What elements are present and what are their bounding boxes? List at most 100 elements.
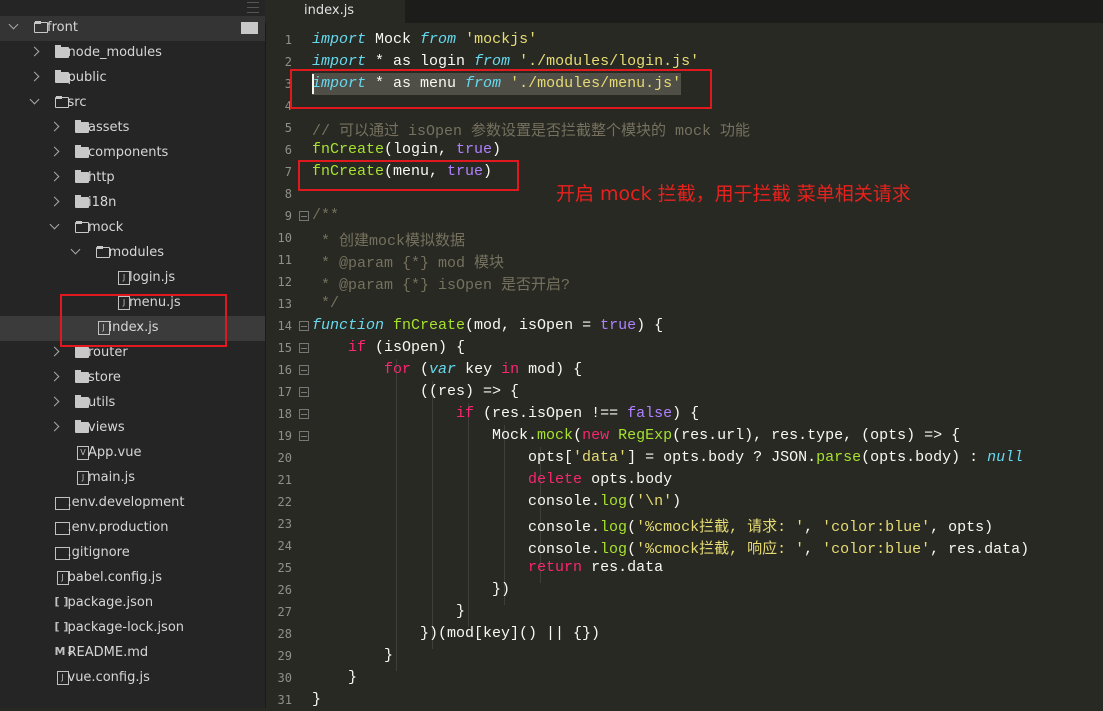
code-text: /** xyxy=(312,207,339,224)
code-token: ( xyxy=(627,541,637,558)
fold-toggle-icon[interactable] xyxy=(299,321,309,331)
chevron-right-icon[interactable] xyxy=(49,396,60,407)
code-token: opts[ xyxy=(312,449,574,466)
fold-toggle-icon[interactable] xyxy=(299,409,309,419)
line-number: 18 xyxy=(277,407,292,421)
tab-index-js[interactable]: index.js xyxy=(265,0,405,23)
tree-item[interactable]: i18n xyxy=(0,191,265,216)
code-token: return xyxy=(528,559,583,576)
line-number: 1 xyxy=(284,33,292,47)
tree-item[interactable]: [ ] package-lock.json xyxy=(0,616,265,641)
code-token: (opts.body) : xyxy=(861,449,988,466)
tree-item[interactable]: .env.production xyxy=(0,516,265,541)
tree-item[interactable]: components xyxy=(0,141,265,166)
chevron-right-icon[interactable] xyxy=(49,371,60,382)
tree-item[interactable]: .env.development xyxy=(0,491,265,516)
chevron-right-icon[interactable] xyxy=(49,346,60,357)
code-text: return res.data xyxy=(312,559,663,576)
code-line: 13 */ xyxy=(265,293,1103,315)
code-text: }) xyxy=(312,581,510,598)
line-number: 28 xyxy=(277,627,292,641)
code-token: } xyxy=(312,647,394,664)
code-token: console. xyxy=(312,541,601,558)
code-token: ) { xyxy=(672,405,700,422)
code-token: console. xyxy=(312,493,601,510)
fold-toggle-icon[interactable] xyxy=(299,431,309,441)
tree-item-label: README.md xyxy=(67,645,149,660)
tree-item-label: package-lock.json xyxy=(67,620,185,635)
chevron-right-icon[interactable] xyxy=(49,171,60,182)
tree-item[interactable]: http xyxy=(0,166,265,191)
tree-item[interactable]: store xyxy=(0,366,265,391)
chevron-right-icon[interactable] xyxy=(29,46,39,57)
code-token: log xyxy=(600,519,628,536)
code-text: opts['data'] = opts.body ? JSON.parse(op… xyxy=(312,449,1023,466)
code-line: 16 for (var key in mod) { xyxy=(265,359,1103,381)
tree-item[interactable]: Jvue.config.js xyxy=(0,666,265,691)
tree-item-label: login.js xyxy=(129,270,176,285)
fold-toggle-icon[interactable] xyxy=(299,387,309,397)
tree-item[interactable]: [ ] package.json xyxy=(0,591,265,616)
tree-item[interactable]: M↓ README.md xyxy=(0,641,265,666)
tree-item-label: src xyxy=(67,95,87,110)
code-token: (res.url), res.type, (opts) => { xyxy=(672,427,961,444)
tree-item[interactable]: views xyxy=(0,416,265,441)
code-token: if xyxy=(456,405,475,422)
code-token: Mock xyxy=(366,31,421,48)
tree-item-label: assets xyxy=(88,120,130,135)
line-number: 10 xyxy=(277,231,292,245)
tree-item[interactable]: V App.vue xyxy=(0,441,265,466)
code-token: res.data xyxy=(582,559,664,576)
tree-item[interactable]: modules xyxy=(0,241,265,266)
tree-item[interactable]: node_modules xyxy=(0,41,265,66)
code-text: fnCreate(login, true) xyxy=(312,141,501,158)
tree-item[interactable]: src xyxy=(0,91,265,116)
fold-toggle-icon[interactable] xyxy=(299,211,309,221)
code-token: console. xyxy=(312,519,601,536)
chevron-right-icon[interactable] xyxy=(49,196,60,207)
tree-item-label: .gitignore xyxy=(67,545,130,560)
tree-item[interactable]: utils xyxy=(0,391,265,416)
folder-icon xyxy=(75,145,89,158)
code-line: 27 } xyxy=(265,601,1103,623)
chevron-down-icon[interactable] xyxy=(29,94,39,105)
fold-toggle-icon[interactable] xyxy=(299,343,309,353)
line-number: 13 xyxy=(277,297,292,311)
tree-item[interactable]: Jmain.js xyxy=(0,466,265,491)
fold-toggle-icon[interactable] xyxy=(299,365,309,375)
code-text: // 可以通过 isOpen 参数设置是否拦截整个模块的 mock 功能 xyxy=(312,119,750,140)
code-text: for (var key in mod) { xyxy=(312,361,582,378)
tree-item[interactable]: Jbabel.config.js xyxy=(0,566,265,591)
chevron-right-icon[interactable] xyxy=(49,146,60,157)
code-line: 12 * @param {*} isOpen 是否开启? xyxy=(265,271,1103,294)
code-token: * as login xyxy=(366,53,475,70)
chevron-down-icon[interactable] xyxy=(49,219,60,230)
code-editor[interactable]: 1 import Mock from 'mockjs' 2 import * as l… xyxy=(265,23,1103,708)
tree-item-label: node_modules xyxy=(67,45,162,60)
hamburger-menu-icon[interactable] xyxy=(247,2,259,13)
code-token: ) { xyxy=(636,317,664,334)
tree-item[interactable]: mock xyxy=(0,216,265,241)
code-token: , res.data) xyxy=(930,541,1030,558)
chevron-down-icon[interactable] xyxy=(70,244,80,255)
code-text: } xyxy=(312,603,465,620)
code-token: ) xyxy=(492,141,502,158)
chevron-right-icon[interactable] xyxy=(29,71,39,82)
chevron-right-icon[interactable] xyxy=(49,421,60,432)
tree-item[interactable]: public xyxy=(0,66,265,91)
tree-item[interactable]: Jlogin.js xyxy=(0,266,265,291)
line-number: 8 xyxy=(284,187,292,201)
chevron-right-icon[interactable] xyxy=(49,121,60,132)
tree-item-label: .env.production xyxy=(67,520,169,535)
tree-item[interactable]: assets xyxy=(0,116,265,141)
tree-item[interactable]: .gitignore xyxy=(0,541,265,566)
code-token: ( xyxy=(627,519,637,536)
chevron-down-icon[interactable] xyxy=(8,19,19,30)
code-line: 6 fnCreate(login, true) xyxy=(265,139,1103,161)
code-token: null xyxy=(987,449,1024,466)
tree-item[interactable]: front xyxy=(0,16,265,41)
code-text: import Mock from 'mockjs' xyxy=(312,31,537,48)
